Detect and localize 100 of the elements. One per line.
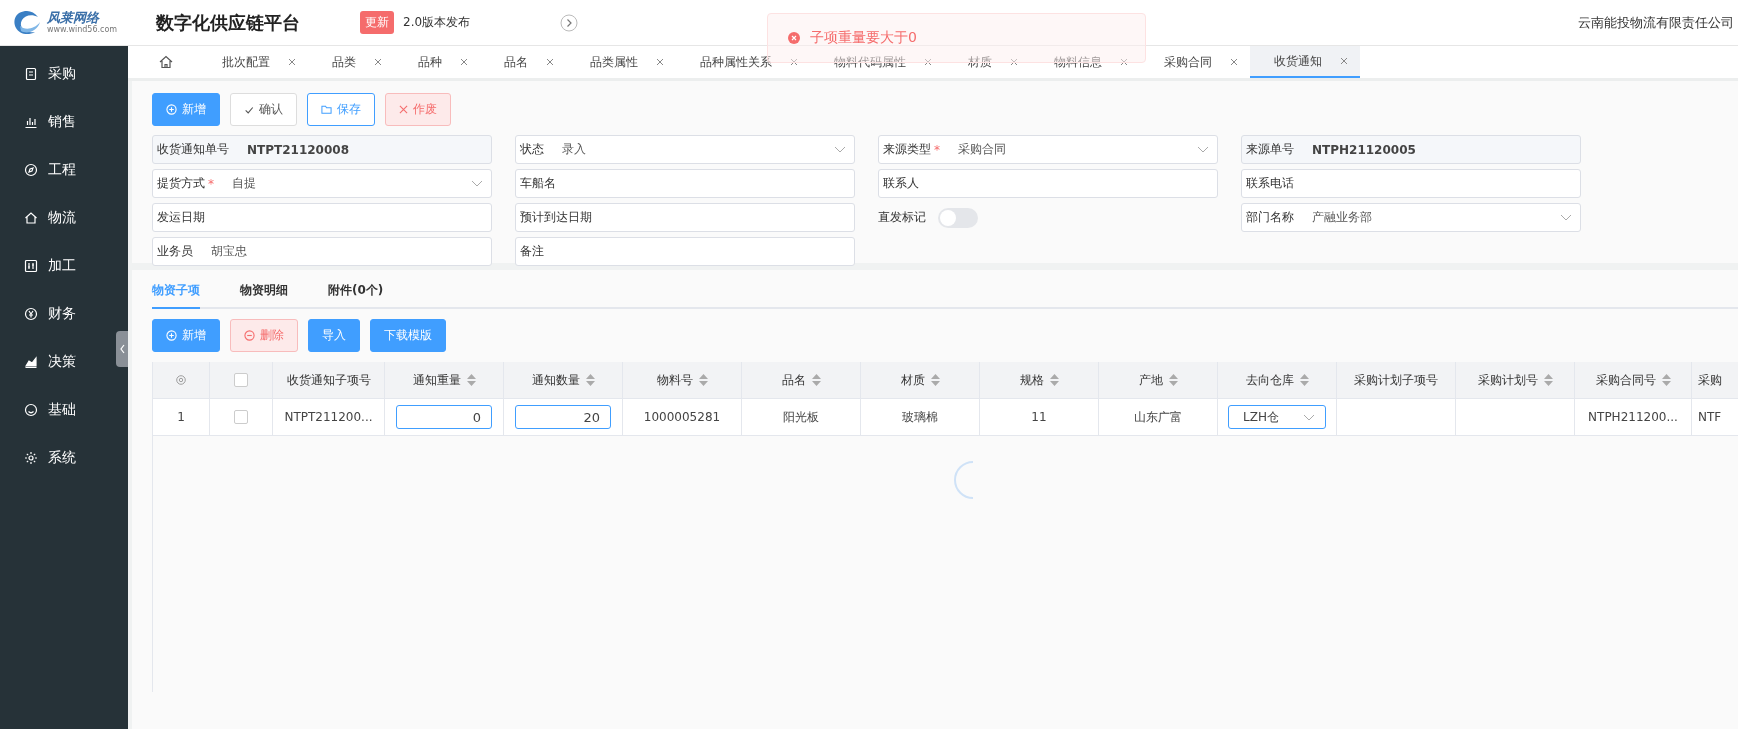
close-icon[interactable] (656, 58, 664, 66)
table-cell: NTPT211200... (284, 410, 373, 424)
field-value: NTPH21120005 (1312, 142, 1416, 157)
input-field[interactable]: 收货通知单号 NTPT21120008 (152, 135, 492, 164)
sidebar-item[interactable]: 基础 (0, 386, 112, 434)
select-field[interactable]: 提货方式 * 自提 (152, 169, 492, 198)
sort-icon[interactable] (1299, 374, 1309, 386)
table-cell: 山东广富 (1134, 408, 1182, 426)
table-cell: 11 (1031, 410, 1047, 424)
tab[interactable]: 采购合同 (1140, 46, 1250, 78)
input-field[interactable]: 20 (515, 405, 611, 429)
sidebar-item[interactable]: 工程 (0, 146, 112, 194)
column-header[interactable]: 通知重量 (385, 362, 504, 398)
sidebar-item[interactable]: 决策 (0, 338, 112, 386)
sort-icon[interactable] (1168, 374, 1178, 386)
checkbox[interactable] (234, 373, 248, 387)
select-field[interactable]: 来源类型 * 采购合同 (878, 135, 1218, 164)
sort-icon[interactable] (466, 374, 476, 386)
column-header[interactable]: 采购合同号 (1575, 362, 1692, 398)
field-label: 发运日期 (157, 209, 205, 226)
tab[interactable]: 批次配置 (198, 46, 308, 78)
sort-icon[interactable] (1661, 374, 1671, 386)
input-field[interactable]: 联系人 (878, 169, 1218, 198)
column-header[interactable]: 通知数量 (504, 362, 623, 398)
row-number: 1 (153, 399, 210, 435)
close-icon[interactable] (288, 58, 296, 66)
tab[interactable]: 品类属性 (566, 46, 676, 78)
sort-icon[interactable] (1543, 374, 1553, 386)
tab[interactable]: 品名 (480, 46, 566, 78)
input-field[interactable]: 车船名 (515, 169, 855, 198)
input-field[interactable]: 发运日期 (152, 203, 492, 232)
home-icon[interactable] (158, 54, 174, 70)
required-mark: * (934, 142, 940, 157)
close-icon[interactable] (1340, 57, 1348, 65)
column-header[interactable]: 采购计划子项号 (1337, 362, 1456, 398)
sort-icon[interactable] (1049, 374, 1059, 386)
input-field[interactable]: 业务员 胡宝忠 (152, 237, 492, 266)
chevron-right-icon[interactable] (560, 13, 579, 32)
field-label: 业务员 (157, 243, 193, 260)
tab[interactable]: 物资明细 (240, 270, 288, 307)
tab[interactable]: 附件(0个) (328, 270, 384, 307)
column-header[interactable]: 品名 (742, 362, 861, 398)
field-value: 自提 (232, 175, 256, 192)
column-header[interactable]: 采购计划号 (1456, 362, 1575, 398)
column-header[interactable]: 规格 (980, 362, 1099, 398)
chevron-down-icon (1197, 146, 1209, 153)
tab[interactable]: 收货通知 (1250, 46, 1360, 78)
select-field[interactable]: LZH仓 (1228, 405, 1326, 429)
confirm-button[interactable]: 确认 (230, 93, 297, 126)
close-icon[interactable] (790, 58, 798, 66)
collapse-handle[interactable] (116, 331, 128, 367)
logo-url: www.wind56.com (47, 26, 118, 34)
sidebar-item[interactable]: 采购 (0, 50, 112, 98)
sidebar-item[interactable]: 加工 (0, 242, 112, 290)
input-field[interactable]: 预计到达日期 (515, 203, 855, 232)
sort-icon[interactable] (698, 374, 708, 386)
input-field[interactable]: 0 (396, 405, 492, 429)
table-cell: NTPH211200... (1588, 410, 1678, 424)
compass-icon (24, 163, 38, 177)
close-icon[interactable] (924, 58, 932, 66)
column-header[interactable]: 收货通知子项号 (273, 362, 385, 398)
input-field[interactable]: 备注 (515, 237, 855, 266)
input-field[interactable]: 来源单号 NTPH21120005 (1241, 135, 1581, 164)
sort-icon[interactable] (585, 374, 595, 386)
checkbox[interactable] (234, 410, 248, 424)
column-header[interactable]: 产地 (1099, 362, 1218, 398)
sidebar-item[interactable]: 系统 (0, 434, 112, 482)
sidebar-item[interactable]: 物流 (0, 194, 112, 242)
column-header[interactable]: 物料号 (623, 362, 742, 398)
sort-icon[interactable] (811, 374, 821, 386)
tab[interactable]: 品种属性关系 (676, 46, 810, 78)
sidebar-item[interactable]: 财务 (0, 290, 112, 338)
close-icon[interactable] (460, 58, 468, 66)
close-icon[interactable] (546, 58, 554, 66)
tab[interactable]: 品类 (308, 46, 394, 78)
tab[interactable]: 品种 (394, 46, 480, 78)
plus-circle-icon (166, 330, 177, 341)
table-cell: 玻璃棉 (902, 408, 938, 426)
select-field[interactable]: 部门名称 产融业务部 (1241, 203, 1581, 232)
sort-icon[interactable] (930, 374, 940, 386)
table-row[interactable]: 1 NTPT211200... 0 20 1000005281 阳光板 玻璃棉 11 山东广富 LZH仓 NTPH211200... NTF (153, 399, 1738, 436)
sidebar-item[interactable]: 销售 (0, 98, 112, 146)
column-header[interactable]: 去向仓库 (1218, 362, 1337, 398)
toggle-switch[interactable] (938, 207, 978, 228)
table-cell: 阳光板 (783, 408, 819, 426)
close-icon[interactable] (1230, 58, 1238, 66)
plus-circle-icon (166, 104, 177, 115)
close-icon[interactable] (374, 58, 382, 66)
field-value: 产融业务部 (1312, 209, 1372, 226)
select-field[interactable]: 状态 录入 (515, 135, 855, 164)
settings-icon[interactable] (175, 374, 187, 386)
settings-icon (24, 451, 38, 465)
column-header[interactable]: 采购 (1692, 362, 1732, 398)
folder-icon (321, 104, 332, 115)
table-cell: NTF (1698, 410, 1722, 424)
input-field[interactable]: 联系电话 (1241, 169, 1581, 198)
required-mark: * (208, 176, 214, 191)
column-header[interactable]: 材质 (861, 362, 980, 398)
close-icon[interactable] (1120, 58, 1128, 66)
close-icon[interactable] (1010, 58, 1018, 66)
